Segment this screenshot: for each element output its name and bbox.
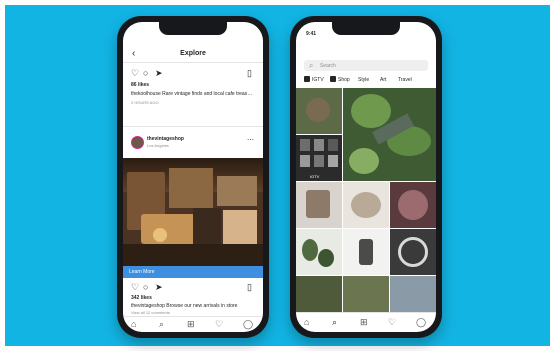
video-badge: IGTV xyxy=(310,174,320,179)
profile-icon[interactable]: ◯ xyxy=(416,318,426,327)
grid-tile[interactable] xyxy=(390,229,436,275)
heart-icon[interactable]: ♡ xyxy=(131,283,139,292)
chip-igtv[interactable]: IGTV xyxy=(304,76,324,85)
grid-tile[interactable] xyxy=(343,229,389,275)
chip-style[interactable]: Style xyxy=(358,76,369,85)
view-comments-link[interactable]: View all 12 comments xyxy=(131,310,170,315)
phone-right: 9:41 ⌕ Search IGTV Shop Style Art Travel xyxy=(290,16,442,338)
search-input[interactable]: ⌕ Search xyxy=(304,60,428,71)
comment-icon[interactable]: ○ xyxy=(143,69,148,78)
divider xyxy=(123,126,263,127)
divider xyxy=(123,62,263,63)
heart-icon[interactable]: ♡ xyxy=(215,320,223,329)
status-time: 9:41 xyxy=(306,31,317,37)
avatar[interactable] xyxy=(131,136,144,149)
comment-icon[interactable]: ○ xyxy=(143,283,148,292)
feed-screen: ‹ Explore ♡ ○ ➤ ▯ 86 likes thekoolhouse … xyxy=(123,22,263,332)
likes-count: 86 likes xyxy=(131,82,150,88)
add-icon[interactable]: ⊞ xyxy=(187,320,195,329)
heart-icon[interactable]: ♡ xyxy=(388,318,396,327)
add-icon[interactable]: ⊞ xyxy=(360,318,368,327)
chip-shop[interactable]: Shop xyxy=(330,76,350,85)
post-time: 2 HOURS AGO xyxy=(131,100,159,105)
grid-tile[interactable] xyxy=(296,88,342,134)
grid-tile[interactable] xyxy=(390,182,436,228)
grid-tile[interactable]: IGTV xyxy=(296,135,342,181)
likes-count: 342 likes xyxy=(131,295,152,301)
learn-more-button[interactable]: Learn More xyxy=(123,266,263,278)
grid-tile[interactable] xyxy=(296,229,342,275)
post-caption: thevintageshop Browse our new arrivals i… xyxy=(131,303,238,309)
search-icon: ⌕ xyxy=(309,61,314,70)
post-caption: thekoolhouse Rare vintage finds and loca… xyxy=(131,91,253,97)
grid-tile[interactable] xyxy=(296,182,342,228)
divider xyxy=(123,316,263,317)
grid-tile[interactable] xyxy=(296,276,342,312)
share-icon[interactable]: ➤ xyxy=(155,283,163,292)
post-photo[interactable] xyxy=(123,158,263,266)
divider xyxy=(296,312,436,313)
home-icon[interactable]: ⌂ xyxy=(304,318,309,327)
post-username[interactable]: thevintageshop xyxy=(147,136,184,142)
grid-tile[interactable] xyxy=(343,276,389,312)
chip-travel[interactable]: Travel xyxy=(398,76,412,85)
explore-screen: 9:41 ⌕ Search IGTV Shop Style Art Travel xyxy=(296,22,436,332)
cta-label: Learn More xyxy=(129,269,155,275)
search-icon[interactable]: ⌕ xyxy=(332,318,337,327)
search-placeholder: Search xyxy=(320,63,336,69)
bookmark-icon[interactable]: ▯ xyxy=(247,283,252,292)
phone-left: ‹ Explore ♡ ○ ➤ ▯ 86 likes thekoolhouse … xyxy=(117,16,269,338)
bookmark-icon[interactable]: ▯ xyxy=(247,69,252,78)
grid-tile[interactable] xyxy=(343,182,389,228)
share-icon[interactable]: ➤ xyxy=(155,69,163,78)
home-icon[interactable]: ⌂ xyxy=(131,320,136,329)
background-stage: ‹ Explore ♡ ○ ➤ ▯ 86 likes thekoolhouse … xyxy=(5,5,550,346)
header-title: Explore xyxy=(180,50,206,57)
search-icon[interactable]: ⌕ xyxy=(159,320,164,329)
grid-tile[interactable] xyxy=(390,276,436,312)
grid-tile-featured[interactable] xyxy=(343,88,436,181)
phone-notch xyxy=(332,22,400,35)
chip-art[interactable]: Art xyxy=(380,76,386,85)
post-location[interactable]: Los Angeles xyxy=(147,143,169,148)
phone-notch xyxy=(159,22,227,35)
more-icon[interactable]: ⋯ xyxy=(247,136,254,145)
heart-icon[interactable]: ♡ xyxy=(131,69,139,78)
profile-icon[interactable]: ◯ xyxy=(243,320,253,329)
